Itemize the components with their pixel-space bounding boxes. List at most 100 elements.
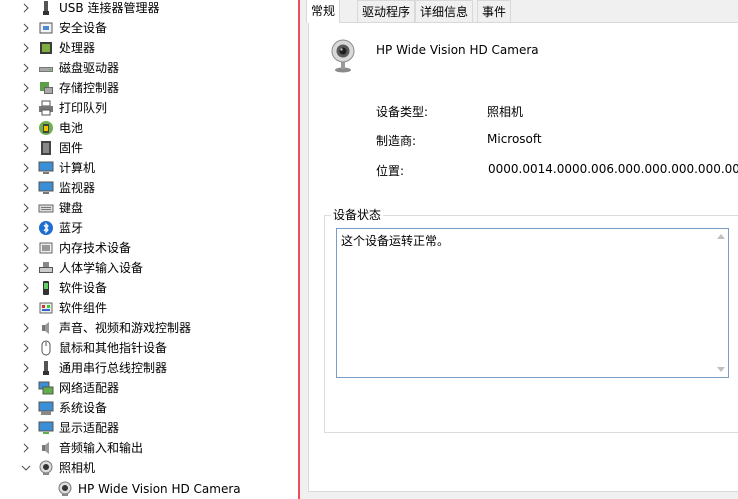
tree-item-label: 通用串行总线控制器 <box>59 361 168 375</box>
chevron-right-icon[interactable] <box>21 178 31 198</box>
properties-dialog: 常规 驱动程序 详细信息 事件 HP Wide Vision HD Camera… <box>300 0 738 499</box>
tree-item-usb-controller[interactable]: 通用串行总线控制器 <box>0 358 298 378</box>
tree-item-security-device[interactable]: 安全设备 <box>0 18 298 38</box>
software-device-icon <box>38 280 54 296</box>
status-scrollbar[interactable] <box>713 229 728 377</box>
tree-item-label: 安全设备 <box>59 21 108 35</box>
tree-item-battery[interactable]: 电池 <box>0 118 298 138</box>
tree-item-label: 键盘 <box>59 201 84 215</box>
chevron-right-icon[interactable] <box>21 278 31 298</box>
tree-item-label: 音频输入和输出 <box>59 441 144 455</box>
tree-item-firmware[interactable]: 固件 <box>0 138 298 158</box>
device-type-value: 照相机 <box>487 105 524 119</box>
chevron-right-icon[interactable] <box>21 358 31 378</box>
tree-item-storage-controller[interactable]: 存储控制器 <box>0 78 298 98</box>
display-adapter-icon <box>38 420 54 436</box>
tree-item-label: 鼠标和其他指针设备 <box>59 341 168 355</box>
device-type-label: 设备类型: <box>376 105 429 119</box>
tree-item-disk-drive[interactable]: 磁盘驱动器 <box>0 58 298 78</box>
keyboard-icon <box>38 200 54 216</box>
device-status-title: 设备状态 <box>331 206 384 223</box>
tree-item-label: 固件 <box>59 141 84 155</box>
tree-item-label: 处理器 <box>59 41 96 55</box>
chevron-right-icon[interactable] <box>21 58 31 78</box>
tree-item-software-component[interactable]: 软件组件 <box>0 298 298 318</box>
scroll-down-arrow-icon[interactable] <box>713 362 728 377</box>
tree-item-label: 系统设备 <box>59 401 108 415</box>
tree-item-camera[interactable]: 照相机 <box>0 458 298 478</box>
tree-item-audio-io[interactable]: 音频输入和输出 <box>0 438 298 458</box>
tree-item-hp-camera[interactable]: HP Wide Vision HD Camera <box>0 479 298 499</box>
chevron-down-icon[interactable] <box>21 458 31 478</box>
manufacturer-value: Microsoft <box>487 132 542 146</box>
tree-item-system-device[interactable]: 系统设备 <box>0 398 298 418</box>
disk-drive-icon <box>38 60 54 76</box>
tree-item-label: 人体学输入设备 <box>59 261 144 275</box>
chevron-right-icon[interactable] <box>21 198 31 218</box>
chevron-right-icon[interactable] <box>21 418 31 438</box>
device-status-textbox[interactable]: 这个设备运转正常。 <box>336 228 729 378</box>
chevron-right-icon[interactable] <box>21 298 31 318</box>
tab-details[interactable]: 详细信息 <box>415 0 474 22</box>
tree-item-hid[interactable]: 人体学输入设备 <box>0 258 298 278</box>
tree-item-processor[interactable]: 处理器 <box>0 38 298 58</box>
device-manager-window: USB 连接器管理器 安全设备处理器磁盘驱动器存储控制器打印队列电池固件计算机 监视… <box>0 0 738 499</box>
tree-item-label: 软件设备 <box>59 281 108 295</box>
monitor-icon <box>38 180 54 196</box>
tree-item-usb-connector[interactable]: USB 连接器管理器 <box>0 0 298 18</box>
bluetooth-icon <box>38 220 54 236</box>
tab-general[interactable]: 常规 <box>306 0 341 23</box>
chevron-right-icon[interactable] <box>21 0 31 18</box>
chevron-right-icon[interactable] <box>21 98 31 118</box>
chevron-right-icon[interactable] <box>21 38 31 58</box>
tree-item-label: 电池 <box>59 121 84 135</box>
firmware-icon <box>38 140 54 156</box>
chevron-right-icon[interactable] <box>21 318 31 338</box>
tree-item-network-adapter[interactable]: 网络适配器 <box>0 378 298 398</box>
chevron-right-icon[interactable] <box>21 438 31 458</box>
tree-item-software-device[interactable]: 软件设备 <box>0 278 298 298</box>
hid-icon <box>38 260 54 276</box>
network-adapter-icon <box>38 380 54 396</box>
tree-item-label: 打印队列 <box>59 101 108 115</box>
chevron-right-icon[interactable] <box>21 338 31 358</box>
chevron-right-icon[interactable] <box>21 18 31 38</box>
chevron-right-icon[interactable] <box>21 258 31 278</box>
tree-item-mouse[interactable]: 鼠标和其他指针设备 <box>0 338 298 358</box>
tree-item-display-adapter[interactable]: 显示适配器 <box>0 418 298 438</box>
tab-driver[interactable]: 驱动程序 <box>357 0 416 22</box>
tree-item-computer[interactable]: 计算机 <box>0 158 298 178</box>
chevron-right-icon[interactable] <box>21 218 31 238</box>
tree-item-label: 声音、视频和游戏控制器 <box>59 321 192 335</box>
tree-item-bluetooth[interactable]: 蓝牙 <box>0 218 298 238</box>
device-name: HP Wide Vision HD Camera <box>376 43 539 57</box>
chevron-right-icon[interactable] <box>21 78 31 98</box>
tree-item-label: 显示适配器 <box>59 421 120 435</box>
tree-item-printer[interactable]: 打印队列 <box>0 98 298 118</box>
tab-events[interactable]: 事件 <box>477 0 512 22</box>
chevron-right-icon[interactable] <box>21 378 31 398</box>
audio-io-icon <box>38 440 54 456</box>
location-value: 0000.0014.0000.006.000.000.000.000.000 <box>488 162 738 176</box>
tree-item-label: 磁盘驱动器 <box>59 61 120 75</box>
tree-item-label: USB 连接器管理器 <box>59 1 160 15</box>
chevron-right-icon[interactable] <box>21 238 31 258</box>
tree-item-monitor[interactable]: 监视器 <box>0 178 298 198</box>
chevron-right-icon[interactable] <box>21 398 31 418</box>
tree-item-label: 存储控制器 <box>59 81 120 95</box>
camera-icon <box>38 460 54 476</box>
tree-item-label: 内存技术设备 <box>59 241 132 255</box>
tree-item-memory-device[interactable]: 内存技术设备 <box>0 238 298 258</box>
chevron-right-icon[interactable] <box>21 118 31 138</box>
tree-item-keyboard[interactable]: 键盘 <box>0 198 298 218</box>
tree-item-speaker[interactable]: 声音、视频和游戏控制器 <box>0 318 298 338</box>
memory-device-icon <box>38 240 54 256</box>
scroll-up-arrow-icon[interactable] <box>713 229 728 244</box>
chevron-right-icon[interactable] <box>21 158 31 178</box>
tree-item-label: 网络适配器 <box>59 381 120 395</box>
chevron-right-icon[interactable] <box>21 138 31 158</box>
tree-item-label: HP Wide Vision HD Camera <box>78 482 241 496</box>
device-tree[interactable]: USB 连接器管理器 安全设备处理器磁盘驱动器存储控制器打印队列电池固件计算机 监视… <box>0 0 298 499</box>
tree-item-label: 蓝牙 <box>59 221 84 235</box>
software-component-icon <box>38 300 54 316</box>
